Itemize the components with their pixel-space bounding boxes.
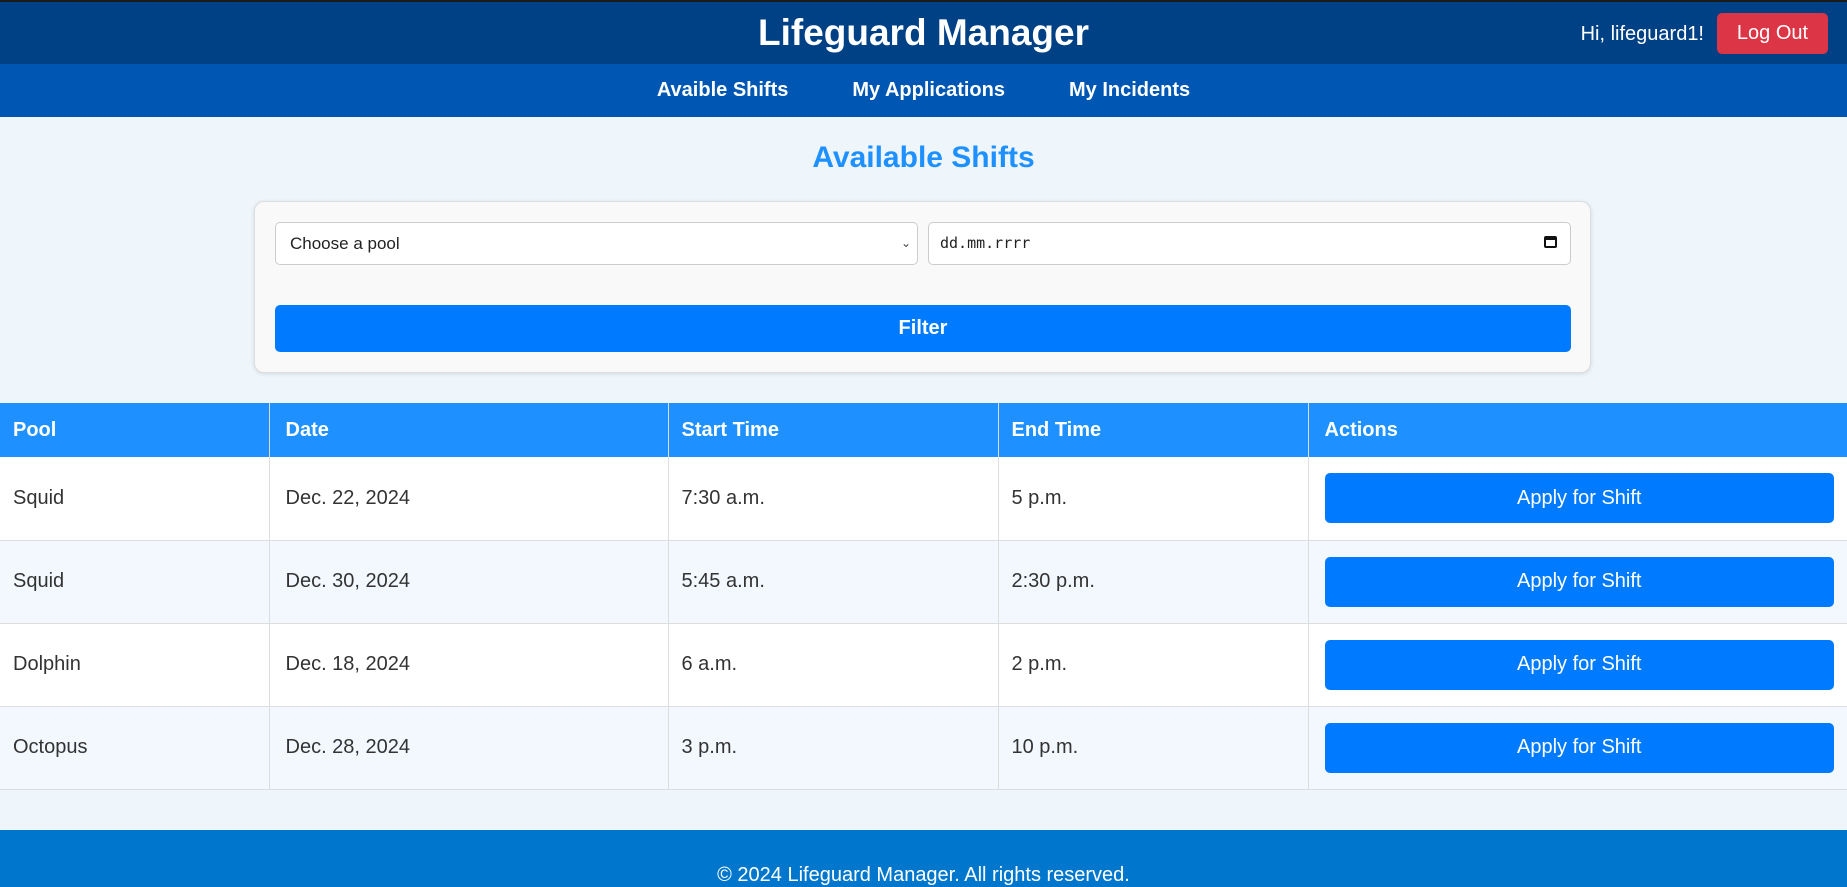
apply-for-shift-button[interactable]: Apply for Shift: [1324, 639, 1834, 690]
nav-my-applications[interactable]: My Applications: [852, 79, 1005, 102]
cell-date: Dec. 18, 2024: [269, 623, 669, 707]
page-title: Available Shifts: [812, 141, 1035, 174]
cell-pool: Octopus: [0, 706, 270, 790]
table-row: Squid Dec. 30, 2024 5:45 a.m. 2:30 p.m. …: [0, 540, 1847, 624]
table-row: Dolphin Dec. 18, 2024 6 a.m. 2 p.m. Appl…: [0, 623, 1847, 707]
table-row: Octopus Dec. 28, 2024 3 p.m. 10 p.m. App…: [0, 706, 1847, 790]
column-header-actions: Actions: [1308, 403, 1847, 457]
cell-pool: Squid: [0, 457, 270, 541]
date-input-placeholder: dd.mm.rrrr: [940, 234, 1031, 252]
cell-pool: Dolphin: [0, 623, 270, 707]
cell-actions: Apply for Shift: [1308, 457, 1847, 541]
column-header-pool: Pool: [0, 403, 270, 457]
cell-end-time: 10 p.m.: [998, 706, 1309, 790]
header: Lifeguard Manager Hi, lifeguard1! Log Ou…: [0, 0, 1847, 64]
cell-end-time: 2 p.m.: [998, 623, 1309, 707]
cell-actions: Apply for Shift: [1308, 623, 1847, 707]
cell-actions: Apply for Shift: [1308, 540, 1847, 624]
cell-end-time: 5 p.m.: [998, 457, 1309, 541]
pool-select-value: Choose a pool: [290, 234, 400, 253]
shifts-table: Pool Date Start Time End Time Actions Sq…: [0, 403, 1847, 790]
column-header-end-time: End Time: [998, 403, 1309, 457]
filter-button[interactable]: Filter: [275, 305, 1571, 352]
cell-start-time: 6 a.m.: [668, 623, 999, 707]
app-title: Lifeguard Manager: [758, 12, 1089, 53]
filter-form: Choose a pool ⌄ dd.mm.rrrr Filter: [254, 201, 1591, 373]
cell-start-time: 5:45 a.m.: [668, 540, 999, 624]
nav-available-shifts[interactable]: Avaible Shifts: [657, 79, 789, 102]
apply-for-shift-button[interactable]: Apply for Shift: [1324, 473, 1834, 524]
pool-select[interactable]: Choose a pool ⌄: [275, 222, 918, 265]
cell-pool: Squid: [0, 540, 270, 624]
cell-end-time: 2:30 p.m.: [998, 540, 1309, 624]
footer: © 2024 Lifeguard Manager. All rights res…: [0, 830, 1847, 887]
cell-date: Dec. 30, 2024: [269, 540, 669, 624]
cell-date: Dec. 28, 2024: [269, 706, 669, 790]
calendar-icon[interactable]: [1544, 236, 1557, 248]
cell-date: Dec. 22, 2024: [269, 457, 669, 541]
column-header-start-time: Start Time: [668, 403, 999, 457]
apply-for-shift-button[interactable]: Apply for Shift: [1324, 556, 1834, 607]
nav-my-incidents[interactable]: My Incidents: [1069, 79, 1190, 102]
apply-for-shift-button[interactable]: Apply for Shift: [1324, 722, 1834, 773]
main-nav: Avaible Shifts My Applications My Incide…: [0, 64, 1847, 117]
cell-actions: Apply for Shift: [1308, 706, 1847, 790]
cell-start-time: 3 p.m.: [668, 706, 999, 790]
table-row: Squid Dec. 22, 2024 7:30 a.m. 5 p.m. App…: [0, 457, 1847, 541]
column-header-date: Date: [269, 403, 669, 457]
cell-start-time: 7:30 a.m.: [668, 457, 999, 541]
table-header-row: Pool Date Start Time End Time Actions: [0, 403, 1847, 457]
footer-copyright: © 2024 Lifeguard Manager. All rights res…: [717, 864, 1130, 886]
logout-button[interactable]: Log Out: [1717, 13, 1828, 54]
chevron-down-icon: ⌄: [900, 236, 911, 250]
date-input[interactable]: dd.mm.rrrr: [928, 222, 1571, 265]
user-greeting: Hi, lifeguard1!: [1580, 23, 1704, 45]
